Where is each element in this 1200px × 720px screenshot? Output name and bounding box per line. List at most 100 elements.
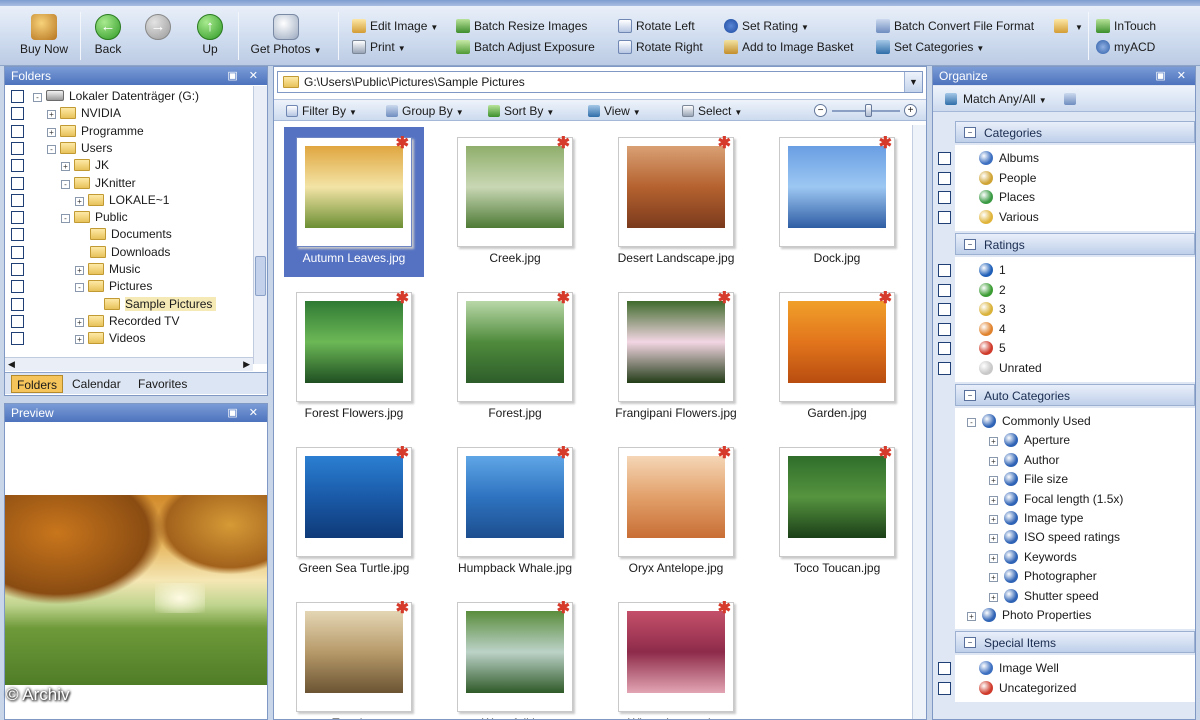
expand-icon[interactable]: + (75, 335, 84, 345)
thumbnail-item[interactable]: ✱ Forest.jpg (445, 282, 585, 432)
up-button[interactable]: ↑ Up (190, 14, 230, 62)
panel-pin-close-icons[interactable]: ▣ ✕ (227, 404, 262, 422)
folder-tree-item[interactable]: - Public (61, 209, 128, 226)
folder-checkbox[interactable] (11, 263, 24, 276)
scroll-thumb[interactable] (255, 256, 266, 296)
expand-icon[interactable]: + (967, 612, 976, 621)
panel-pin-close-icons[interactable]: ▣ ✕ (1155, 67, 1190, 85)
thumbnail-item[interactable]: ✱ Winter Leaves.jpg (606, 592, 746, 719)
ratings-item[interactable]: Unrated (979, 359, 1042, 378)
thumbnail-item[interactable]: ✱ Desert Landscape.jpg (606, 127, 746, 277)
set-categories-button[interactable]: Set Categories ▼ (876, 38, 984, 57)
collapse-icon[interactable]: - (61, 179, 70, 189)
folder-tree-item[interactable]: - Pictures (75, 278, 152, 295)
collapse-icon[interactable]: − (964, 127, 976, 138)
categories-item[interactable]: Albums (979, 149, 1039, 168)
rotate-right-button[interactable]: Rotate Right (618, 38, 703, 57)
auto-category-item[interactable]: + Shutter speed (989, 587, 1099, 606)
categories-item[interactable]: Various (979, 208, 1039, 227)
folder-tree-item[interactable]: Sample Pictures (89, 296, 217, 313)
thumbnail-item[interactable]: ✱ Garden.jpg (767, 282, 907, 432)
view-button[interactable]: View ▼ (588, 103, 641, 119)
thumbnail-zoom-slider[interactable]: − + (814, 104, 918, 118)
path-dropdown-icon[interactable]: ▼ (904, 72, 922, 92)
batch-resize-button[interactable]: Batch Resize Images (456, 17, 587, 36)
expand-icon[interactable]: + (989, 495, 998, 505)
folder-tree-item[interactable]: + Music (75, 261, 140, 278)
ratings-item[interactable]: 5 (979, 339, 1006, 358)
special_items-checkbox[interactable] (938, 662, 951, 676)
thumbnail-item[interactable]: ✱ Oryx Antelope.jpg (606, 437, 746, 587)
categories-checkbox[interactable] (938, 210, 951, 224)
zoom-in-icon[interactable]: + (904, 104, 917, 117)
path-bar[interactable]: G:\Users\Public\Pictures\Sample Pictures… (277, 71, 923, 93)
folder-checkbox[interactable] (11, 193, 24, 207)
auto-category-item[interactable]: - Commonly Used (967, 412, 1091, 431)
folder-tree-item[interactable]: + NVIDIA (47, 105, 121, 122)
section-ratings[interactable]: − Ratings (955, 233, 1195, 255)
match-any-all-button[interactable]: Match Any/All ▼ (933, 86, 1195, 112)
folder-tree-item[interactable]: - Users (47, 140, 112, 157)
categories-item[interactable]: People (979, 169, 1036, 188)
folder-checkbox[interactable] (11, 159, 24, 173)
folder-tree-item[interactable]: - JKnitter (61, 175, 136, 192)
collapse-icon[interactable]: - (75, 283, 84, 293)
collapse-icon[interactable]: - (33, 93, 42, 102)
special_items-item[interactable]: Uncategorized (979, 679, 1076, 698)
back-button[interactable]: ← Back (86, 14, 130, 62)
panel-pin-close-icons[interactable]: ▣ ✕ (227, 67, 262, 85)
section-auto_categories[interactable]: − Auto Categories (955, 384, 1195, 406)
folder-checkbox[interactable] (11, 211, 24, 225)
folder-checkbox[interactable] (11, 107, 24, 121)
auto-category-item[interactable]: + Photo Properties (967, 606, 1091, 625)
expand-icon[interactable]: + (989, 437, 998, 447)
folder-checkbox[interactable] (11, 141, 24, 155)
section-categories[interactable]: − Categories (955, 121, 1195, 143)
thumbnail-item[interactable]: ✱ Creek.jpg (445, 127, 585, 277)
expand-icon[interactable]: + (989, 553, 998, 563)
folder-tree-item[interactable]: + Videos (75, 330, 145, 347)
set-rating-button[interactable]: Set Rating ▼ (724, 17, 809, 36)
ratings-item[interactable]: 1 (979, 261, 1006, 280)
categories-item[interactable]: Places (979, 188, 1035, 207)
batch-convert-button[interactable]: Batch Convert File Format (876, 17, 1034, 36)
tree-horizontal-scrollbar[interactable]: ◀ ▶ (5, 357, 253, 371)
tab-calendar[interactable]: Calendar (67, 375, 126, 393)
collapse-icon[interactable]: − (964, 239, 976, 250)
collapse-icon[interactable]: - (61, 214, 70, 224)
folder-checkbox[interactable] (11, 245, 24, 259)
expand-icon[interactable]: + (989, 573, 998, 583)
batch-exposure-button[interactable]: Batch Adjust Exposure (456, 38, 595, 57)
rotate-left-button[interactable]: Rotate Left (618, 17, 695, 36)
zoom-knob[interactable] (865, 104, 873, 117)
expand-icon[interactable]: + (989, 515, 998, 524)
folder-tree-item[interactable]: + JK (61, 157, 109, 174)
special_items-item[interactable]: Image Well (979, 659, 1059, 678)
expand-icon[interactable]: + (75, 196, 84, 206)
ratings-checkbox[interactable] (938, 303, 951, 316)
expand-icon[interactable]: + (61, 162, 70, 172)
ratings-checkbox[interactable] (938, 361, 951, 375)
zoom-out-icon[interactable]: − (814, 104, 827, 117)
folder-checkbox[interactable] (11, 332, 24, 346)
expand-icon[interactable]: + (989, 534, 998, 544)
folder-checkbox[interactable] (11, 297, 24, 311)
tree-vertical-scrollbar[interactable] (253, 86, 267, 364)
thumbnail-item[interactable]: ✱ Dock.jpg (767, 127, 907, 277)
folder-tree-item[interactable]: + LOKALE~1 (75, 192, 169, 209)
collapse-icon[interactable]: − (964, 637, 976, 649)
expand-icon[interactable]: + (989, 456, 998, 466)
folder-checkbox[interactable] (11, 176, 24, 190)
auto-category-item[interactable]: + Author (989, 451, 1059, 470)
get-photos-button[interactable]: Get Photos ▼ (246, 14, 326, 62)
expand-icon[interactable]: + (989, 592, 998, 602)
folder-checkbox[interactable] (11, 280, 24, 294)
grid-vertical-scrollbar[interactable] (912, 125, 926, 719)
folder-checkbox[interactable] (11, 90, 24, 103)
auto-category-item[interactable]: + Focal length (1.5x) (989, 490, 1123, 509)
expand-icon[interactable]: + (75, 317, 84, 327)
thumbnail-item[interactable]: ✱ Autumn Leaves.jpg (284, 127, 424, 277)
collapse-icon[interactable]: - (967, 418, 976, 427)
tab-favorites[interactable]: Favorites (133, 375, 192, 393)
categories-checkbox[interactable] (938, 191, 951, 204)
